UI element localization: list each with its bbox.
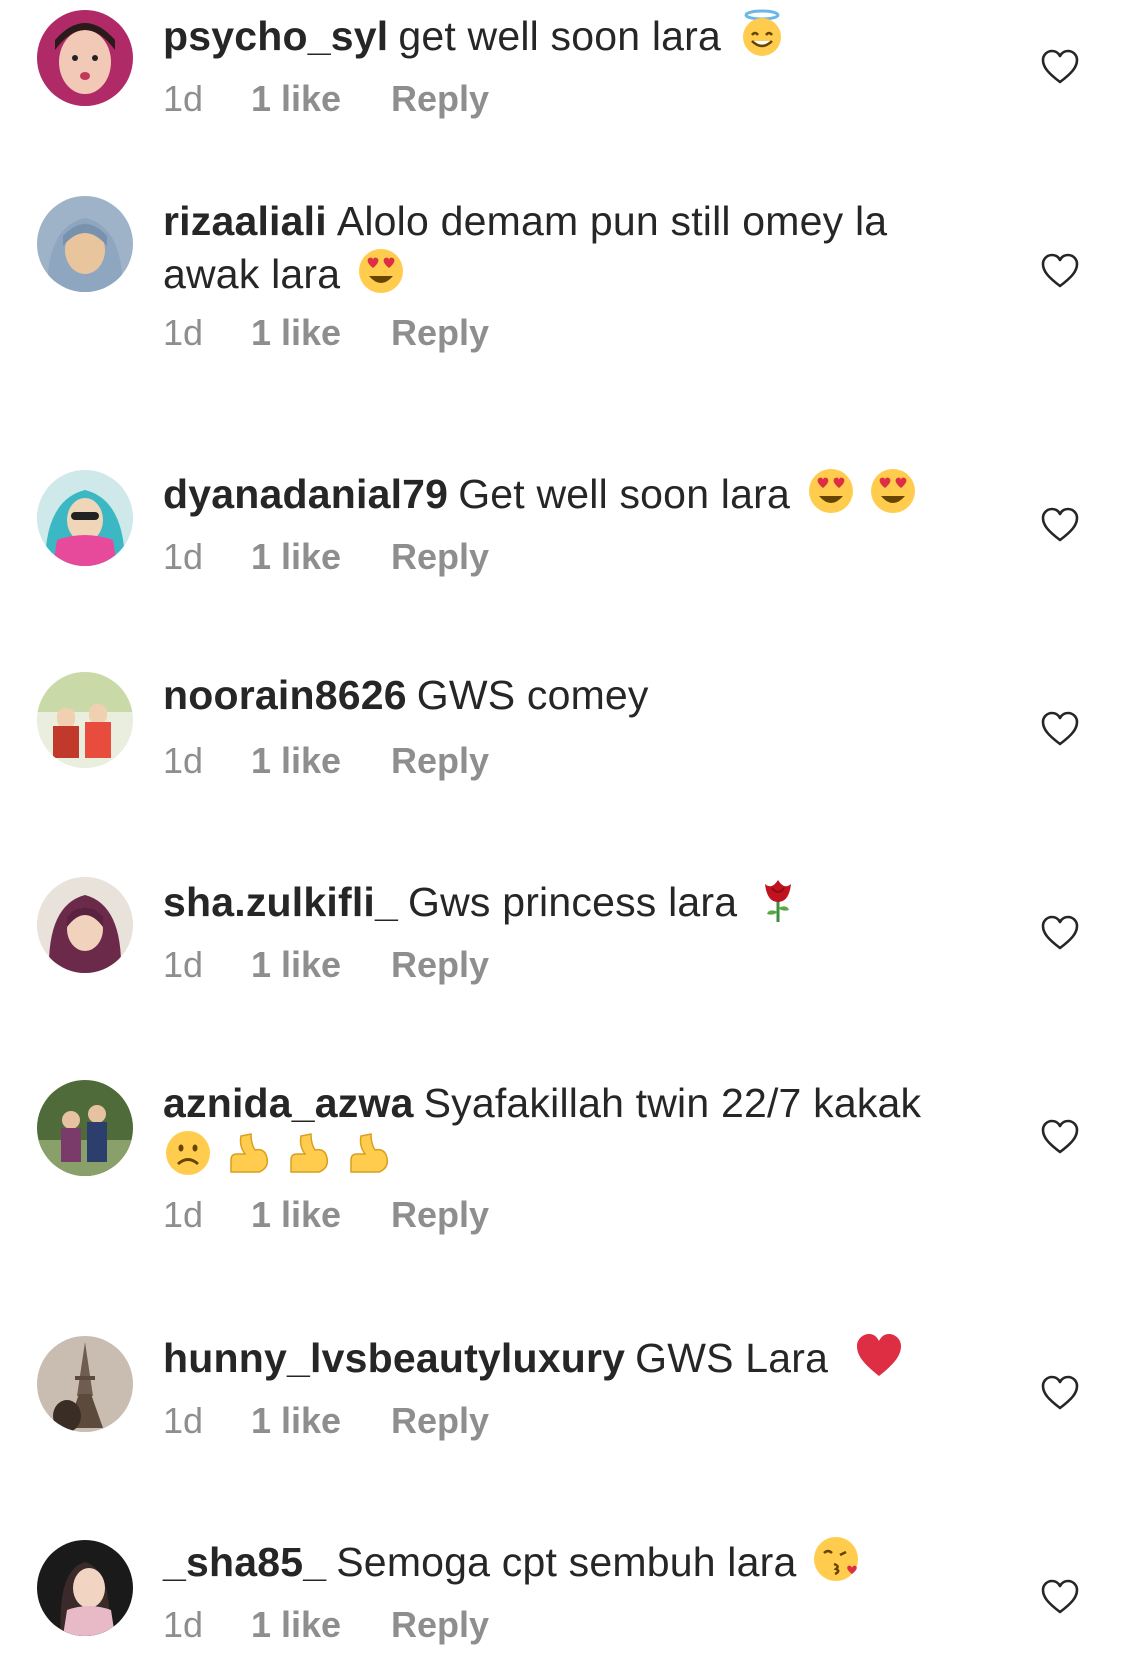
reply-button[interactable]: Reply (391, 944, 489, 986)
reply-button[interactable]: Reply (391, 740, 489, 782)
comment-time: 1d (163, 1400, 204, 1441)
comment-text: dyanadanial79 Get well soon lara (163, 466, 963, 519)
comment-username[interactable]: sha.zulkifli_ (163, 879, 398, 925)
reply-button[interactable]: Reply (391, 78, 489, 120)
kiss-emoji-icon (812, 1534, 862, 1584)
comment-time: 1d (163, 78, 204, 119)
comment-meta: 1d 1 like Reply (163, 944, 489, 986)
comment-username[interactable]: _sha85_ (163, 1539, 326, 1585)
comment-meta: 1d 1 like Reply (163, 1400, 489, 1442)
comment-time: 1d (163, 1604, 204, 1645)
comment-likes[interactable]: 1 like (251, 78, 391, 120)
comment-likes[interactable]: 1 like (251, 312, 391, 354)
heart-eyes-emoji-icon (806, 466, 856, 516)
comment-meta: 1d 1 like Reply (163, 1604, 489, 1646)
avatar[interactable] (37, 196, 133, 292)
like-heart-icon[interactable] (1040, 914, 1080, 952)
comment-meta: 1d 1 like Reply (163, 312, 489, 354)
comment-message: Gws princess lara (408, 879, 738, 925)
muscle-emoji-icon (283, 1128, 333, 1178)
comment-text: _sha85_ Semoga cpt sembuh lara (163, 1534, 963, 1587)
avatar[interactable] (37, 10, 133, 106)
comment-username[interactable]: psycho_syl (163, 13, 388, 59)
comment-likes[interactable]: 1 like (251, 1400, 391, 1442)
avatar[interactable] (37, 1540, 133, 1636)
comment-text: rizaaliali Alolo demam pun still omey la … (163, 196, 963, 299)
comment-username[interactable]: hunny_lvsbeautyluxury (163, 1335, 625, 1381)
comment-likes[interactable]: 1 like (251, 1194, 391, 1236)
comment-message: Semoga cpt sembuh lara (336, 1539, 797, 1585)
reply-button[interactable]: Reply (391, 312, 489, 354)
comment-time: 1d (163, 944, 204, 985)
avatar[interactable] (37, 470, 133, 566)
comment-time: 1d (163, 536, 204, 577)
comment-message: GWS comey (416, 672, 649, 718)
like-heart-icon[interactable] (1040, 1374, 1080, 1412)
avatar[interactable] (37, 672, 133, 768)
comment-username[interactable]: rizaaliali (163, 198, 327, 244)
comment-likes[interactable]: 1 like (251, 740, 391, 782)
comment-time: 1d (163, 312, 204, 353)
reply-button[interactable]: Reply (391, 1194, 489, 1236)
comment-username[interactable]: dyanadanial79 (163, 471, 448, 517)
like-heart-icon[interactable] (1040, 1118, 1080, 1156)
comment-meta: 1d 1 like Reply (163, 740, 489, 782)
avatar[interactable] (37, 1080, 133, 1176)
comment-message: get well soon lara (398, 13, 722, 59)
red-heart-emoji-icon (854, 1330, 904, 1380)
like-heart-icon[interactable] (1040, 1578, 1080, 1616)
comment-username[interactable]: aznida_azwa (163, 1080, 414, 1126)
like-heart-icon[interactable] (1040, 710, 1080, 748)
avatar[interactable] (37, 1336, 133, 1432)
comment-message: Syafakillah twin 22/7 kakak (423, 1080, 922, 1126)
comment-time: 1d (163, 1194, 204, 1235)
comment-text: aznida_azwa Syafakillah twin 22/7 kakak (163, 1078, 963, 1181)
halo-smile-emoji-icon (737, 8, 787, 58)
comment-text: noorain8626 GWS comey (163, 670, 963, 720)
avatar[interactable] (37, 877, 133, 973)
reply-button[interactable]: Reply (391, 1604, 489, 1646)
reply-button[interactable]: Reply (391, 1400, 489, 1442)
comment-likes[interactable]: 1 like (251, 536, 391, 578)
comment-text: hunny_lvsbeautyluxury GWS Lara (163, 1330, 963, 1383)
muscle-emoji-icon (343, 1128, 393, 1178)
like-heart-icon[interactable] (1040, 252, 1080, 290)
comment-username[interactable]: noorain8626 (163, 672, 407, 718)
comment-likes[interactable]: 1 like (251, 1604, 391, 1646)
heart-eyes-emoji-icon (356, 246, 406, 296)
comment-message: Get well soon lara (458, 471, 790, 517)
comment-meta: 1d 1 like Reply (163, 78, 489, 120)
like-heart-icon[interactable] (1040, 48, 1080, 86)
comment-text: psycho_syl get well soon lara (163, 8, 963, 61)
heart-eyes-emoji-icon (868, 466, 918, 516)
frown-emoji-icon (163, 1128, 213, 1178)
reply-button[interactable]: Reply (391, 536, 489, 578)
comment-time: 1d (163, 740, 204, 781)
comment-meta: 1d 1 like Reply (163, 1194, 489, 1236)
comment-meta: 1d 1 like Reply (163, 536, 489, 578)
comment-likes[interactable]: 1 like (251, 944, 391, 986)
rose-emoji-icon (753, 874, 803, 924)
comment-text: sha.zulkifli_ Gws princess lara (163, 874, 963, 927)
muscle-emoji-icon (223, 1128, 273, 1178)
like-heart-icon[interactable] (1040, 506, 1080, 544)
comment-message: GWS Lara (635, 1335, 829, 1381)
